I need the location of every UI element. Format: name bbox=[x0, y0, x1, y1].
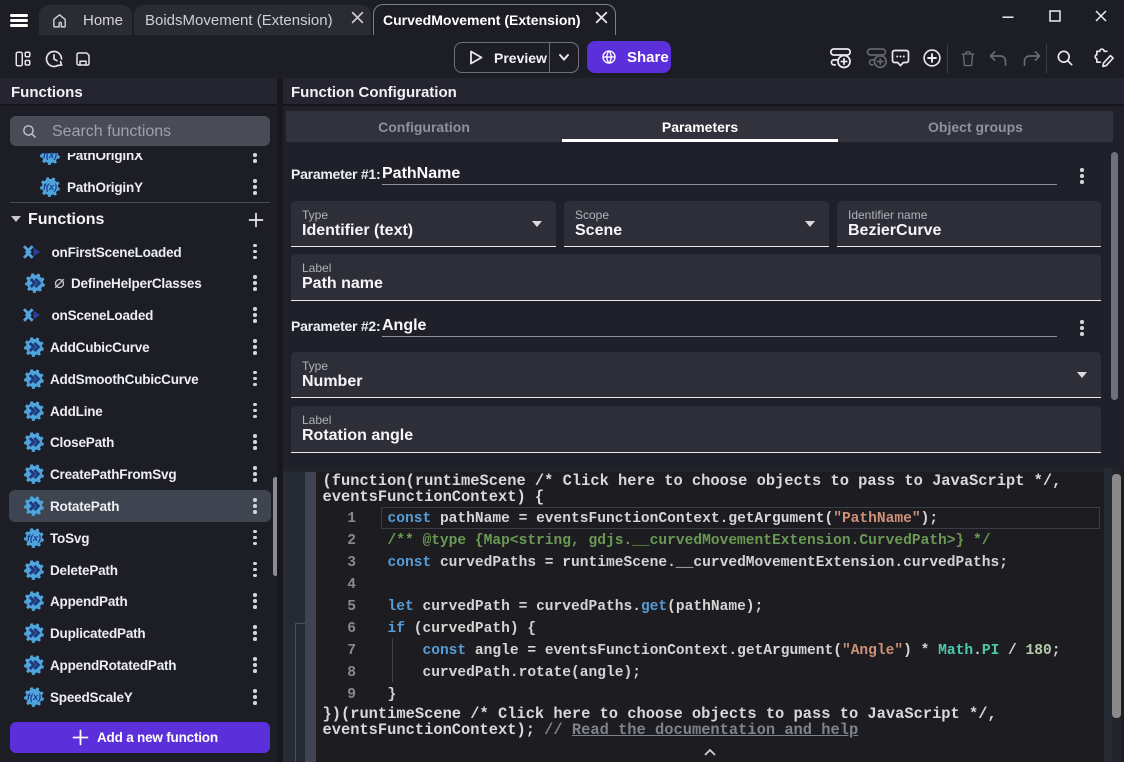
svg-text:f(x): f(x) bbox=[27, 533, 41, 543]
svg-text:f(x): f(x) bbox=[27, 692, 41, 702]
svg-text:f(x): f(x) bbox=[43, 182, 57, 192]
